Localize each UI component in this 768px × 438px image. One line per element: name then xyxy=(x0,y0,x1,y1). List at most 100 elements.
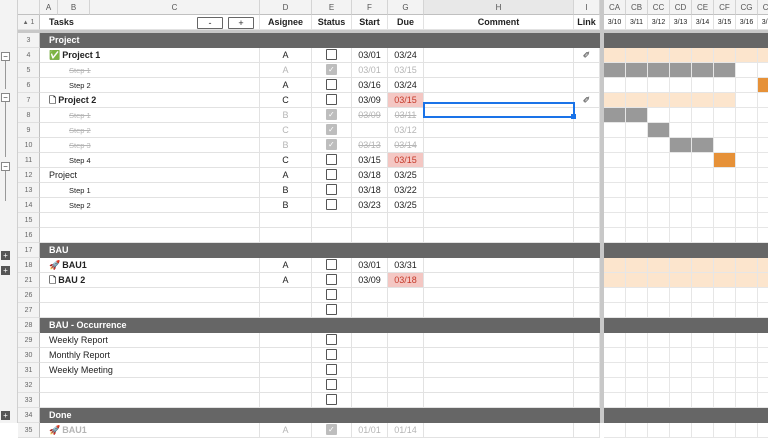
subtask-name[interactable]: Step 1 xyxy=(40,63,260,78)
task-name[interactable]: 🚀 BAU1 xyxy=(40,258,260,273)
status-checkbox[interactable] xyxy=(326,108,337,122)
assignee-cell[interactable]: B xyxy=(260,183,312,198)
gantt-cell[interactable] xyxy=(648,288,670,303)
due-date-cell[interactable]: 03/25 xyxy=(388,198,424,213)
row-number[interactable]: 3 xyxy=(18,33,40,48)
assignee-cell[interactable] xyxy=(260,213,312,228)
status-cell[interactable] xyxy=(312,63,352,78)
status-cell[interactable] xyxy=(312,108,352,123)
gantt-cell[interactable] xyxy=(692,78,714,93)
subtask-name[interactable]: Step 2 xyxy=(40,198,260,213)
gantt-cell[interactable] xyxy=(604,78,626,93)
task-name[interactable] xyxy=(40,228,260,243)
status-cell[interactable] xyxy=(312,423,352,438)
status-checkbox[interactable] xyxy=(326,94,337,106)
status-checkbox[interactable] xyxy=(326,394,337,406)
gantt-cell[interactable] xyxy=(758,168,768,183)
gantt-cell[interactable] xyxy=(736,123,758,138)
comment-cell[interactable] xyxy=(424,258,574,273)
collapse-group-2-button[interactable]: − xyxy=(1,93,10,102)
row-number[interactable]: 14 xyxy=(18,198,40,213)
row-number[interactable]: 27 xyxy=(18,303,40,318)
comment-cell[interactable] xyxy=(424,363,574,378)
status-checkbox[interactable] xyxy=(326,334,337,346)
assignee-cell[interactable] xyxy=(260,228,312,243)
row-number[interactable]: 5 xyxy=(18,63,40,78)
gantt-cell[interactable] xyxy=(714,213,736,228)
assignee-cell[interactable]: B xyxy=(260,138,312,153)
row-number[interactable]: 10 xyxy=(18,138,40,153)
task-name[interactable]: Weekly Meeting xyxy=(40,363,260,378)
status-checkbox[interactable] xyxy=(326,138,337,152)
start-date-cell[interactable]: 03/01 xyxy=(352,63,388,78)
gantt-cell[interactable] xyxy=(692,363,714,378)
gantt-cell[interactable] xyxy=(692,423,714,438)
gantt-bar-light[interactable] xyxy=(604,93,626,108)
gantt-column-header[interactable]: CC xyxy=(648,0,670,15)
gantt-bar-light[interactable] xyxy=(604,258,626,273)
gantt-bar-gray[interactable] xyxy=(714,63,736,78)
due-date-cell[interactable]: 03/15 xyxy=(388,93,424,108)
subtask-name[interactable]: Step 2 xyxy=(40,123,260,138)
gantt-cell[interactable] xyxy=(626,123,648,138)
comment-cell[interactable] xyxy=(424,393,574,408)
status-checkbox[interactable] xyxy=(326,423,337,437)
gantt-cell[interactable] xyxy=(714,78,736,93)
comment-cell[interactable] xyxy=(424,273,574,288)
gantt-cell[interactable] xyxy=(736,183,758,198)
gantt-cell[interactable] xyxy=(714,333,736,348)
gantt-cell[interactable] xyxy=(648,228,670,243)
link-cell[interactable] xyxy=(574,348,600,363)
gantt-bar-light[interactable] xyxy=(736,273,758,288)
due-date-cell[interactable]: 03/31 xyxy=(388,258,424,273)
status-cell[interactable] xyxy=(312,48,352,63)
status-cell[interactable] xyxy=(312,78,352,93)
start-date-cell[interactable] xyxy=(352,378,388,393)
row-number[interactable]: 32 xyxy=(18,378,40,393)
gantt-cell[interactable] xyxy=(648,393,670,408)
gantt-cell[interactable] xyxy=(648,213,670,228)
gantt-cell[interactable] xyxy=(604,183,626,198)
gantt-bar-gray[interactable] xyxy=(626,108,648,123)
assignee-cell[interactable]: C xyxy=(260,93,312,108)
link-cell[interactable] xyxy=(574,108,600,123)
status-checkbox[interactable] xyxy=(326,349,337,361)
task-name[interactable]: ✅ Project 1 xyxy=(40,48,260,63)
gantt-bar-light[interactable] xyxy=(692,93,714,108)
due-date-cell[interactable] xyxy=(388,303,424,318)
assignee-cell[interactable] xyxy=(260,288,312,303)
comment-cell[interactable] xyxy=(424,63,574,78)
gantt-bar-orange[interactable] xyxy=(758,78,768,93)
expand-group-5-button[interactable]: + xyxy=(1,266,10,275)
gantt-cell[interactable] xyxy=(604,138,626,153)
start-date-cell[interactable]: 03/15 xyxy=(352,153,388,168)
gantt-cell[interactable] xyxy=(648,138,670,153)
section-header[interactable]: BAU xyxy=(40,243,600,258)
gantt-cell[interactable] xyxy=(648,198,670,213)
gantt-bar-light[interactable] xyxy=(670,258,692,273)
status-cell[interactable] xyxy=(312,363,352,378)
link-cell[interactable] xyxy=(574,378,600,393)
gantt-cell[interactable] xyxy=(692,333,714,348)
comment-cell[interactable] xyxy=(424,138,574,153)
comment-cell[interactable] xyxy=(424,333,574,348)
task-name[interactable]: Weekly Report xyxy=(40,333,260,348)
gantt-cell[interactable] xyxy=(670,288,692,303)
select-all-corner[interactable] xyxy=(18,0,40,15)
gantt-cell[interactable] xyxy=(692,123,714,138)
gantt-cell[interactable] xyxy=(670,393,692,408)
start-date-cell[interactable]: 03/18 xyxy=(352,168,388,183)
due-date-cell[interactable] xyxy=(388,333,424,348)
link-cell[interactable] xyxy=(574,198,600,213)
gantt-cell[interactable] xyxy=(692,168,714,183)
gantt-cell[interactable] xyxy=(670,198,692,213)
gantt-cell[interactable] xyxy=(758,288,768,303)
gantt-cell[interactable] xyxy=(692,303,714,318)
status-cell[interactable] xyxy=(312,273,352,288)
row-number[interactable]: 18 xyxy=(18,258,40,273)
gantt-cell[interactable] xyxy=(736,213,758,228)
status-cell[interactable] xyxy=(312,93,352,108)
start-date-cell[interactable]: 03/13 xyxy=(352,138,388,153)
gantt-column-header[interactable]: CG xyxy=(736,0,758,15)
gantt-cell[interactable] xyxy=(692,228,714,243)
